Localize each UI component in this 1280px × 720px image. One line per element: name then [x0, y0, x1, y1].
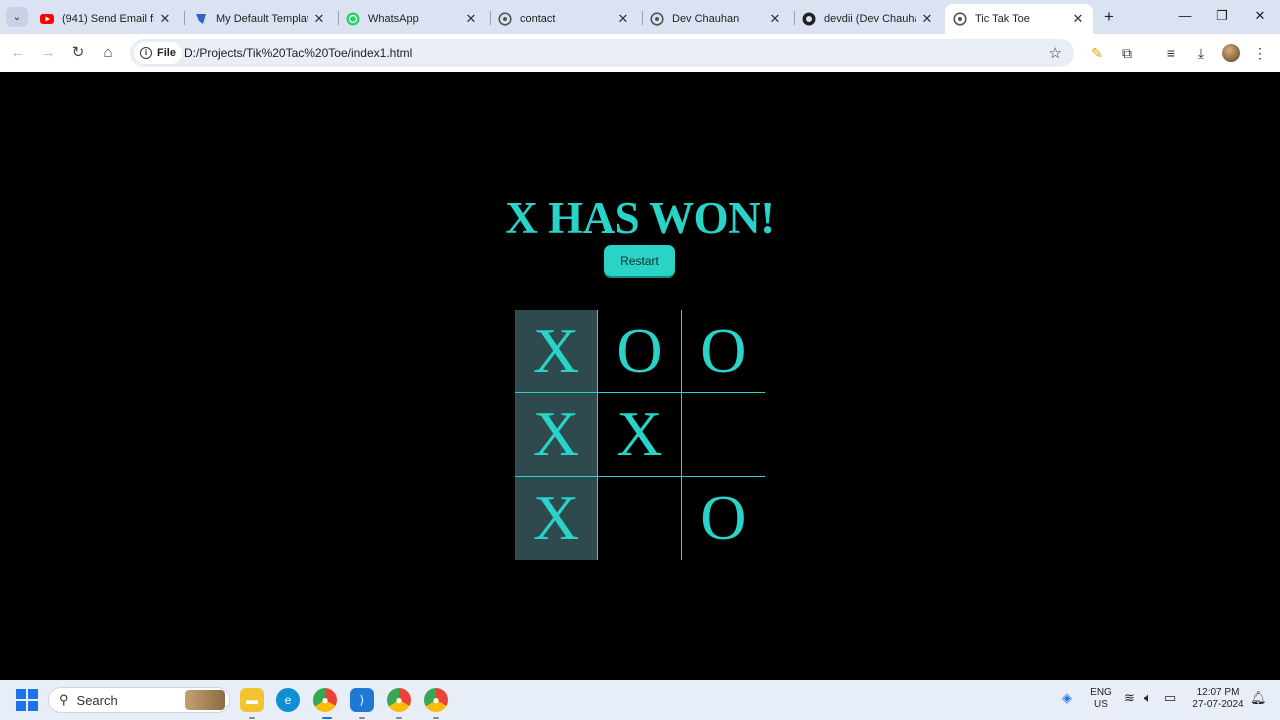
close-icon[interactable]: ✕ — [616, 11, 630, 27]
bookmark-star-icon[interactable]: ☆ — [1049, 44, 1062, 62]
search-icon: ⚲ — [59, 692, 69, 707]
board-cell[interactable]: X — [598, 393, 682, 477]
running-indicator — [359, 717, 365, 719]
globe-icon — [650, 12, 664, 26]
youtube-icon — [40, 12, 54, 26]
new-tab-icon[interactable]: + — [1100, 8, 1118, 26]
tab-search-icon[interactable]: ⌄ — [6, 7, 28, 27]
extensions-icon[interactable]: ⧉ — [1117, 43, 1137, 63]
github-icon — [802, 12, 816, 26]
game-page: X HAS WON! Restart X O O X X X O — [0, 72, 1280, 680]
board-cell[interactable]: O — [682, 477, 765, 560]
close-icon[interactable]: ✕ — [464, 11, 478, 27]
game-board: X O O X X X O — [515, 310, 765, 560]
globe-icon — [498, 12, 512, 26]
tab-dev-chauhan[interactable]: Dev Chauhan ✕ — [642, 4, 790, 34]
chip-label: File — [157, 47, 176, 59]
lang-line1: ENG — [1090, 687, 1112, 698]
board-cell[interactable] — [681, 393, 765, 477]
download-icon[interactable]: ⤓ — [1191, 43, 1211, 63]
running-indicator — [322, 717, 332, 719]
template-icon — [194, 12, 208, 26]
chrome-profile-icon[interactable]: ● — [424, 688, 448, 712]
restart-button[interactable]: Restart — [604, 245, 675, 276]
battery-icon[interactable]: ▭ — [1164, 690, 1176, 706]
tab-whatsapp[interactable]: WhatsApp ✕ — [338, 4, 486, 34]
wifi-icon[interactable]: ≋ — [1124, 690, 1135, 706]
chrome-icon[interactable]: ● — [313, 688, 337, 712]
windows-start-icon[interactable] — [16, 689, 38, 711]
back-icon[interactable]: ← — [8, 43, 28, 63]
tab-contact[interactable]: contact ✕ — [490, 4, 638, 34]
media-controls-icon[interactable]: ≡ — [1161, 43, 1181, 63]
close-icon[interactable]: ✕ — [1071, 11, 1085, 27]
clock[interactable]: 12:07 PM 27-07-2024 — [1188, 687, 1248, 711]
pen-icon[interactable]: ✎ — [1087, 43, 1107, 63]
board-cell[interactable] — [598, 476, 682, 560]
tab-title: My Default Template — [216, 13, 308, 25]
tab-title: devdii (Dev Chauhan — [824, 13, 916, 25]
reload-icon[interactable]: ↻ — [68, 43, 88, 63]
game-status: X HAS WON! — [505, 193, 775, 243]
close-icon[interactable]: ✕ — [158, 11, 172, 27]
tab-divider — [184, 11, 185, 25]
chrome-profile-icon[interactable]: ● — [387, 688, 411, 712]
tab-youtube[interactable]: (941) Send Email from ✕ — [32, 4, 180, 34]
search-highlight-image — [185, 690, 225, 710]
board-cell[interactable]: X — [515, 476, 599, 560]
notification-bell-icon[interactable]: 🔔︎ — [1250, 690, 1267, 706]
browser-toolbar: ← → ↻ ⌂ i File D:/Projects/Tik%20Tac%20T… — [0, 34, 1280, 72]
close-icon[interactable]: ✕ — [768, 11, 782, 27]
tab-title: Dev Chauhan — [672, 13, 740, 25]
close-window-icon[interactable]: ✕ — [1250, 8, 1270, 26]
tab-title: (941) Send Email from — [62, 13, 154, 25]
site-info-chip[interactable]: i File — [134, 42, 182, 64]
lang-line2: US — [1094, 699, 1108, 710]
running-indicator — [396, 717, 402, 719]
search-label: Search — [76, 692, 118, 708]
menu-icon[interactable]: ⋮ — [1250, 43, 1270, 63]
tab-title: contact — [520, 13, 556, 25]
edge-icon[interactable]: e — [276, 688, 300, 712]
board-cell[interactable]: X — [515, 310, 599, 394]
close-icon[interactable]: ✕ — [920, 11, 934, 27]
clock-time: 12:07 PM — [1196, 687, 1240, 698]
close-icon[interactable]: ✕ — [312, 11, 326, 27]
taskbar-search[interactable]: ⚲ Search — [48, 687, 230, 713]
tab-tic-tak-toe[interactable]: Tic Tak Toe ✕ — [945, 4, 1093, 34]
tab-title: Tic Tak Toe — [975, 13, 1030, 25]
restore-icon[interactable]: ❐ — [1212, 8, 1232, 26]
home-icon[interactable]: ⌂ — [98, 43, 118, 63]
defender-icon[interactable]: ◈ — [1062, 690, 1072, 706]
volume-muted-icon[interactable]: 🔈︎ — [1144, 690, 1152, 706]
running-indicator — [249, 717, 255, 719]
board-cell[interactable]: O — [681, 310, 765, 394]
avatar[interactable] — [1222, 44, 1240, 62]
globe-icon — [953, 12, 967, 26]
url-text[interactable]: D:/Projects/Tik%20Tac%20Toe/index1.html — [184, 46, 412, 60]
browser-tab-strip: ⌄ (941) Send Email from ✕ My Default Tem… — [0, 0, 1280, 34]
clock-date: 27-07-2024 — [1192, 699, 1244, 710]
file-explorer-icon[interactable]: ▬ — [240, 688, 264, 712]
running-indicator — [433, 717, 439, 719]
address-bar[interactable]: i File D:/Projects/Tik%20Tac%20Toe/index… — [130, 39, 1074, 67]
board-cell[interactable]: O — [598, 310, 682, 394]
tab-template[interactable]: My Default Template ✕ — [186, 4, 334, 34]
whatsapp-icon — [346, 12, 360, 26]
info-icon: i — [140, 47, 152, 59]
tab-github[interactable]: devdii (Dev Chauhan ✕ — [794, 4, 942, 34]
language-indicator[interactable]: ENG US — [1088, 687, 1114, 711]
forward-icon[interactable]: → — [38, 43, 58, 63]
board-cell[interactable]: X — [515, 393, 599, 477]
minimize-icon[interactable]: — — [1175, 8, 1195, 26]
tab-title: WhatsApp — [368, 13, 419, 25]
vscode-icon[interactable]: ⟩ — [350, 688, 374, 712]
